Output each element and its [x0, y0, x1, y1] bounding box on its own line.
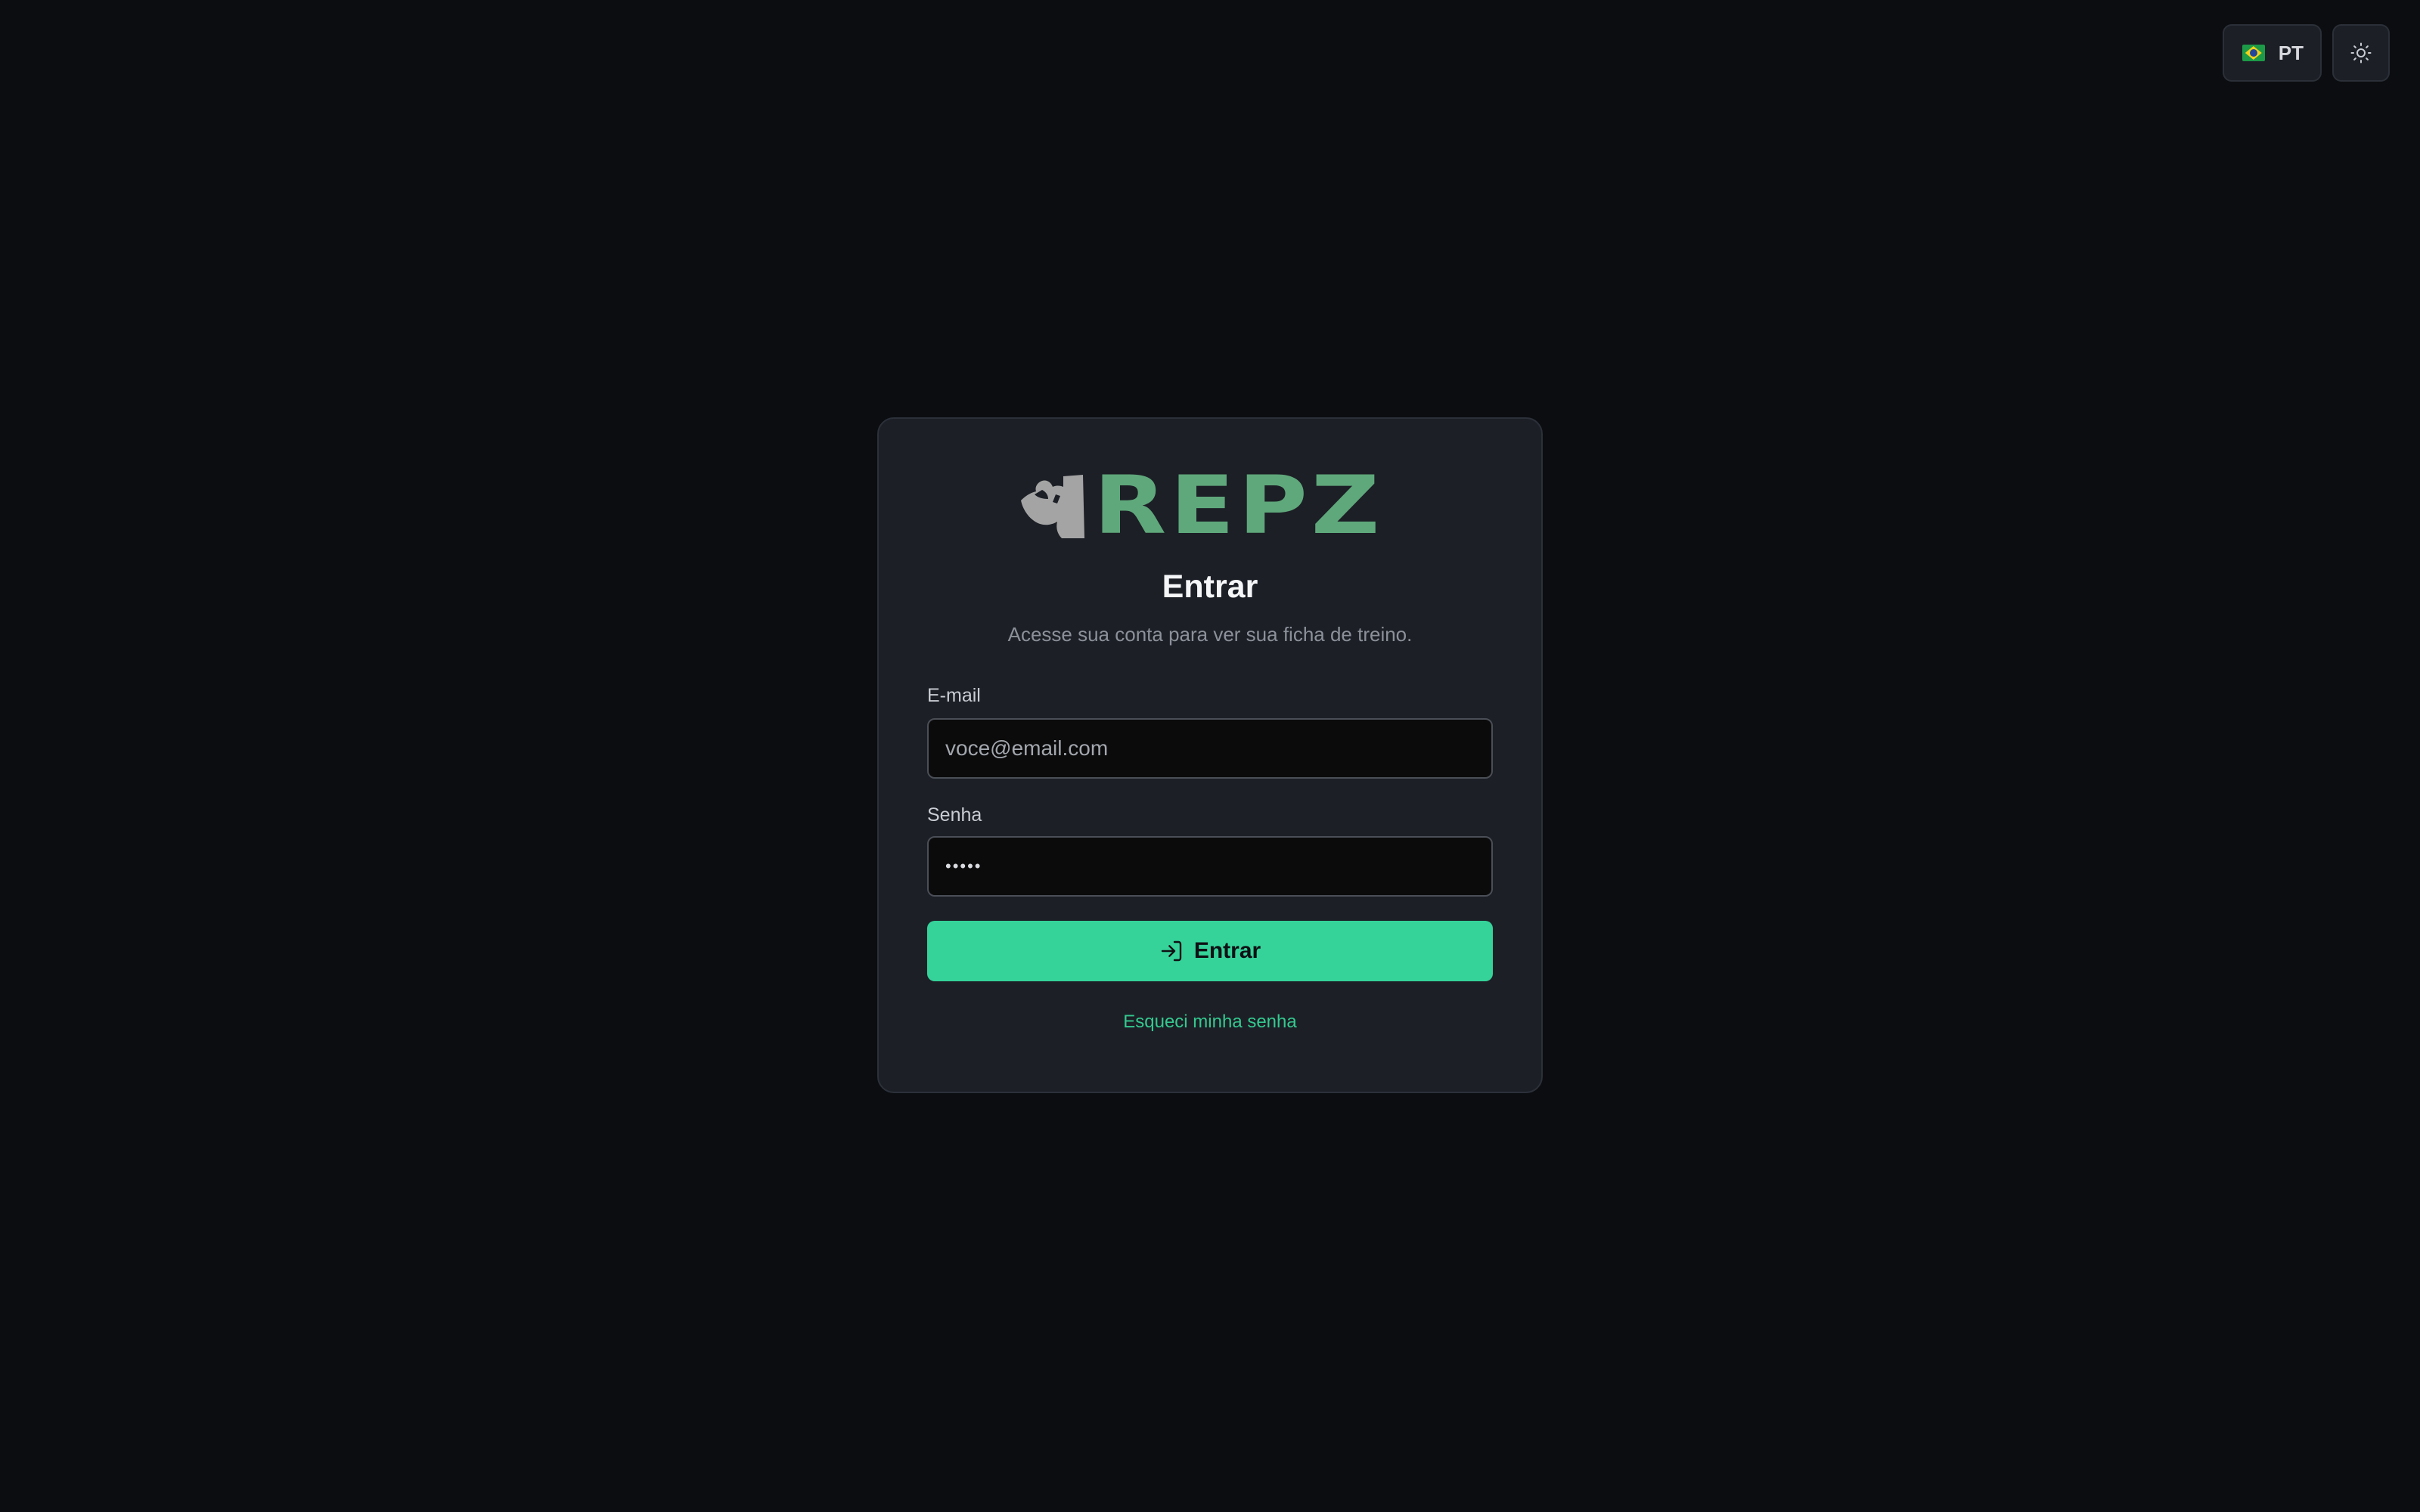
email-input[interactable] — [927, 718, 1493, 779]
brazil-flag-icon — [2242, 45, 2265, 61]
theme-toggle-button[interactable] — [2332, 24, 2390, 82]
sun-icon — [2350, 42, 2372, 64]
log-in-icon — [1161, 940, 1182, 962]
submit-button[interactable]: Entrar — [927, 921, 1493, 981]
logo-text: REPZ — [1094, 459, 1384, 552]
repz-logo: REPZ — [1019, 466, 1379, 546]
language-label: PT — [2278, 41, 2304, 64]
flexed-arm-icon — [1021, 475, 1084, 538]
password-mask: ••••• — [945, 857, 982, 875]
password-label: Senha — [927, 804, 982, 826]
password-input[interactable]: ••••• — [927, 836, 1493, 897]
top-controls: PT — [2222, 24, 2390, 82]
email-label: E-mail — [927, 685, 981, 706]
forgot-password-link[interactable]: Esqueci minha senha — [879, 1012, 1541, 1033]
submit-label: Entrar — [1193, 938, 1261, 963]
page-title: Entrar — [1162, 569, 1258, 605]
page-subtitle: Acesse sua conta para ver sua ficha de t… — [1007, 623, 1413, 646]
language-selector[interactable]: PT — [2222, 24, 2322, 82]
login-card: REPZ Entrar Acesse sua conta para ver su… — [877, 417, 1543, 1093]
